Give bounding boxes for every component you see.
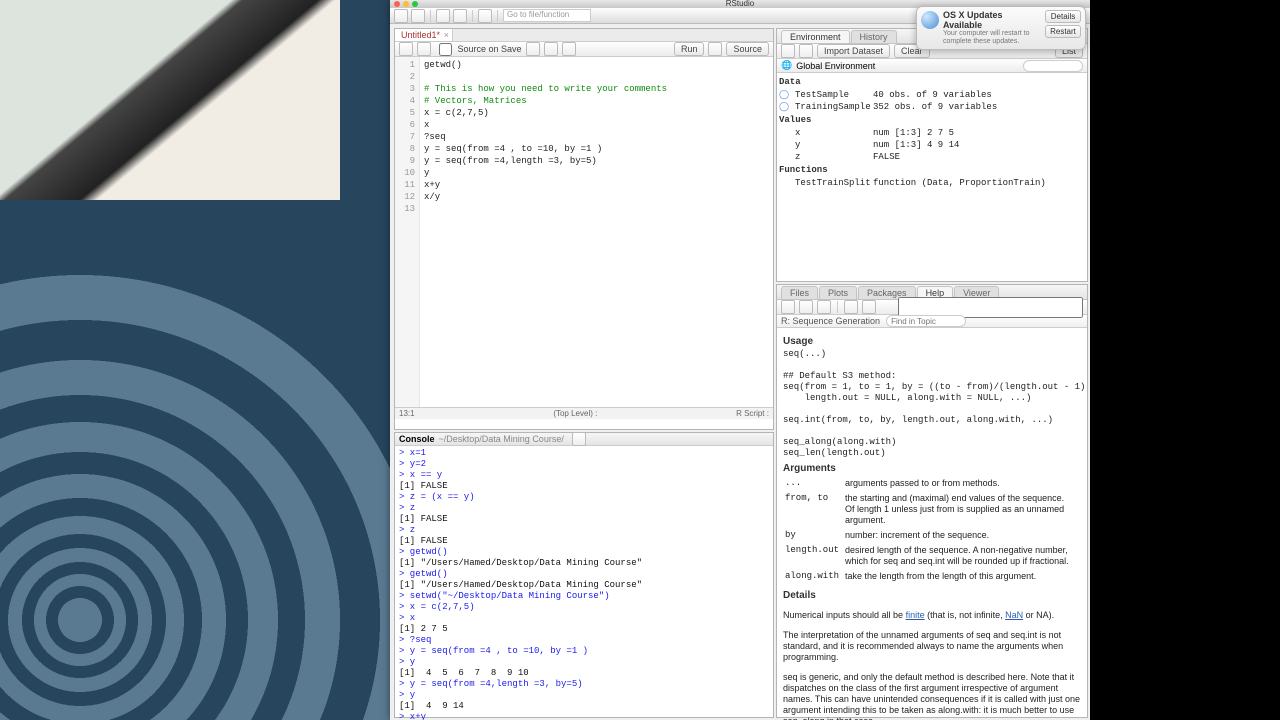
help-breadcrumb: R: Sequence Generation xyxy=(781,316,880,326)
home-icon[interactable] xyxy=(817,300,831,314)
save-icon[interactable] xyxy=(453,9,467,23)
env-row[interactable]: ◯ TrainingSample352 obs. of 9 variables xyxy=(779,101,1085,113)
console-path: ~/Desktop/Data Mining Course/ xyxy=(439,434,564,444)
scope-indicator[interactable]: (Top Level) : xyxy=(553,409,597,418)
wand-icon[interactable] xyxy=(544,42,558,56)
cursor-pos: 13:1 xyxy=(399,409,415,418)
env-row[interactable]: zFALSE xyxy=(779,151,1085,163)
source-editor[interactable]: 12345678910111213 getwd() # This is how … xyxy=(395,57,773,407)
close-icon[interactable] xyxy=(394,1,400,7)
import-dataset-button[interactable]: Import Dataset xyxy=(817,44,890,58)
help-content[interactable]: Usage seq(...) ## Default S3 method: seq… xyxy=(777,328,1087,720)
tab-plots[interactable]: Plots xyxy=(819,286,857,299)
update-icon xyxy=(921,11,939,29)
tab-history[interactable]: History xyxy=(851,30,897,43)
rerun-icon[interactable] xyxy=(708,42,722,56)
new-file-icon[interactable] xyxy=(394,9,408,23)
window-title: RStudio xyxy=(726,0,754,8)
source-on-save-checkbox[interactable]: Source on Save xyxy=(435,40,522,59)
env-row[interactable]: ynum [1:3] 4 9 14 xyxy=(779,139,1085,151)
env-row[interactable]: xnum [1:3] 2 7 5 xyxy=(779,127,1085,139)
console-output[interactable]: > x=1> y=2> x == y[1] FALSE> z = (x == y… xyxy=(395,446,773,720)
zoom-icon[interactable] xyxy=(412,1,418,7)
goto-file-input[interactable]: Go to file/function xyxy=(503,9,591,22)
source-pane: Untitled1* Source on Save Run Source 123… xyxy=(394,28,774,430)
load-ws-icon[interactable] xyxy=(781,44,795,58)
help-arg-row: ...arguments passed to or from methods. xyxy=(785,478,1079,491)
compile-icon[interactable] xyxy=(562,42,576,56)
forward-icon[interactable] xyxy=(799,300,813,314)
popout-icon[interactable] xyxy=(399,42,413,56)
environment-pane: Environment History Import Dataset Clear… xyxy=(776,28,1088,282)
file-type-indicator[interactable]: R Script : xyxy=(736,409,769,418)
console-tab[interactable]: Console xyxy=(399,434,435,444)
tab-files[interactable]: Files xyxy=(781,286,818,299)
help-arg-row: from, tothe starting and (maximal) end v… xyxy=(785,493,1079,528)
source-button[interactable]: Source xyxy=(726,42,769,56)
help-arg-row: bynumber: increment of the sequence. xyxy=(785,530,1079,543)
help-pane: FilesPlotsPackagesHelpViewer R: Sequence… xyxy=(776,284,1088,718)
env-row[interactable]: TestTrainSplitfunction (Data, Proportion… xyxy=(779,177,1085,189)
back-icon[interactable] xyxy=(781,300,795,314)
tab-environment[interactable]: Environment xyxy=(781,30,850,43)
open-icon[interactable] xyxy=(436,9,450,23)
help-arg-row: along.withtake the length from the lengt… xyxy=(785,571,1079,584)
restart-button[interactable]: Restart xyxy=(1045,25,1081,38)
save-source-icon[interactable] xyxy=(417,42,431,56)
help-arg-row: length.outdesired length of the sequence… xyxy=(785,545,1079,569)
console-pane: Console ~/Desktop/Data Mining Course/ > … xyxy=(394,432,774,718)
add-icon[interactable] xyxy=(411,9,425,23)
save-ws-icon[interactable] xyxy=(799,44,813,58)
run-button[interactable]: Run xyxy=(674,42,705,56)
link-finite[interactable]: finite xyxy=(906,610,925,620)
clear-console-icon[interactable] xyxy=(572,432,586,446)
file-tab[interactable]: Untitled1* xyxy=(395,29,453,41)
popout-help-icon[interactable] xyxy=(862,300,876,314)
print-icon[interactable] xyxy=(478,9,492,23)
os-update-notification: OS X Updates Available Your computer wil… xyxy=(916,6,1086,50)
minimize-icon[interactable] xyxy=(403,1,409,7)
env-row[interactable]: ◯ TestSample40 obs. of 9 variables xyxy=(779,89,1085,101)
env-scope-dropdown[interactable]: Global Environment xyxy=(796,61,875,71)
rstudio-window: RStudio Go to file/function Untitled1* xyxy=(390,0,1090,720)
webcam-overlay xyxy=(0,0,340,200)
find-icon[interactable] xyxy=(526,42,540,56)
find-in-topic-input[interactable] xyxy=(886,315,966,327)
print-help-icon[interactable] xyxy=(844,300,858,314)
details-button[interactable]: Details xyxy=(1045,10,1081,23)
env-search-input[interactable] xyxy=(1023,60,1083,72)
link-nan[interactable]: NaN xyxy=(1005,610,1023,620)
